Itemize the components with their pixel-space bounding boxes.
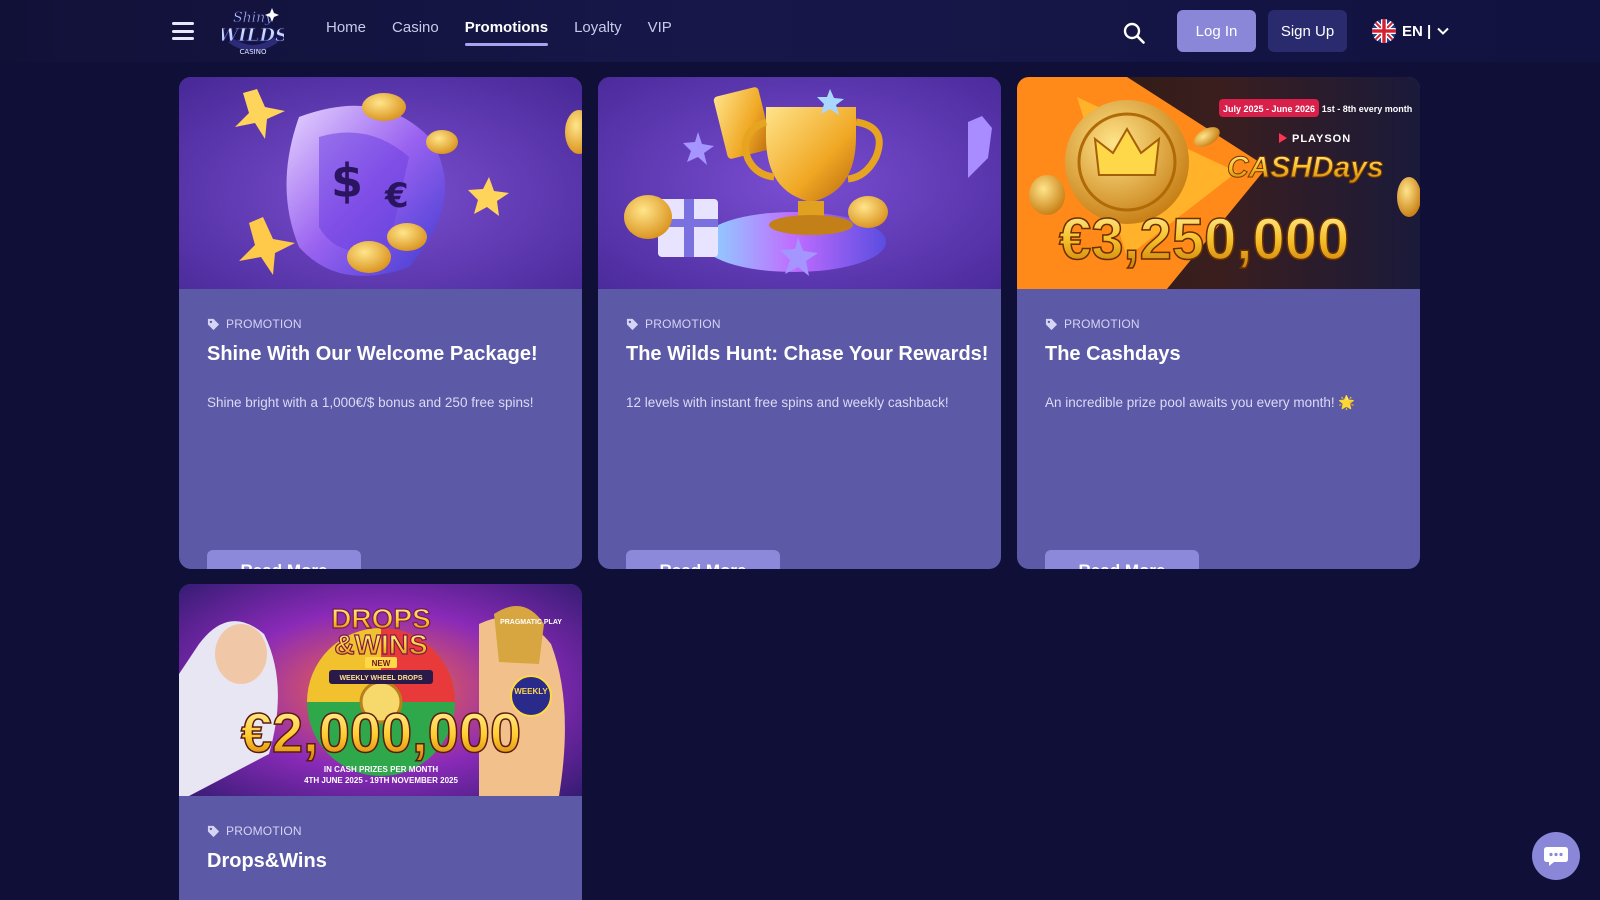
nav-home[interactable]: Home [326, 19, 366, 46]
search-icon[interactable] [1123, 22, 1145, 44]
svg-text:€2,000,000: €2,000,000 [241, 701, 521, 764]
chevron-down-icon [1437, 27, 1449, 35]
nav-casino[interactable]: Casino [392, 19, 439, 46]
casino-logo[interactable]: Shiny WILDS CASINO [218, 4, 288, 58]
svg-text:WEEKLY WHEEL DROPS: WEEKLY WHEEL DROPS [339, 675, 422, 682]
promo-banner-wilds-hunt[interactable] [598, 77, 1001, 289]
promo-tag-label: PROMOTION [226, 824, 302, 838]
promo-card-welcome: $ € PROMOTION Shine With Our Welcome Pac… [179, 77, 582, 569]
svg-text:CASINO: CASINO [240, 48, 267, 56]
read-more-button[interactable]: Read More [207, 550, 361, 569]
svg-text:Shiny: Shiny [233, 10, 274, 26]
promo-card-wilds-hunt: PROMOTION The Wilds Hunt: Chase Your Rew… [598, 77, 1001, 569]
chat-button[interactable] [1532, 832, 1580, 880]
promo-title: Shine With Our Welcome Package! [207, 343, 538, 365]
promo-tag-label: PROMOTION [1064, 317, 1140, 331]
tag-icon [207, 318, 220, 330]
language-selector[interactable]: EN | [1372, 18, 1449, 44]
svg-text:CASHDays: CASHDays [1227, 151, 1384, 184]
promo-description: 12 levels with instant free spins and we… [626, 395, 949, 410]
svg-text:1st - 8th every month: 1st - 8th every month [1322, 104, 1413, 114]
chat-bubble-icon [1544, 847, 1568, 866]
login-button[interactable]: Log In [1177, 10, 1256, 52]
logo-graphic: Shiny WILDS CASINO [218, 8, 288, 56]
promo-title: The Cashdays [1045, 343, 1181, 365]
svg-text:July 2025 - June 2026: July 2025 - June 2026 [1223, 104, 1315, 114]
svg-text:WILDS: WILDS [222, 25, 284, 46]
top-navigation-bar: Shiny WILDS CASINO Home Casino Promotion… [0, 0, 1600, 62]
uk-flag-icon [1372, 19, 1396, 43]
promo-banner-drops-wins[interactable]: DROPS &WINS NEW WEEKLY WHEEL DROPS PRAGM… [179, 584, 582, 796]
promo-card-drops-wins: DROPS &WINS NEW WEEKLY WHEEL DROPS PRAGM… [179, 584, 582, 900]
svg-text:WEEKLY: WEEKLY [514, 687, 548, 696]
tag-icon [207, 825, 220, 837]
svg-text:&WINS: &WINS [334, 629, 427, 660]
svg-text:€: € [384, 176, 409, 216]
tag-icon [1045, 318, 1058, 330]
nav-promotions[interactable]: Promotions [464, 19, 549, 46]
tag-icon [626, 318, 639, 330]
promo-tag-label: PROMOTION [645, 317, 721, 331]
promo-card-cashdays: July 2025 - June 2026 1st - 8th every mo… [1017, 77, 1420, 569]
promo-banner-welcome[interactable]: $ € [179, 77, 582, 289]
svg-text:€3,250,000: €3,250,000 [1059, 207, 1349, 272]
svg-text:PLAYSON: PLAYSON [1292, 133, 1351, 145]
promo-tag: PROMOTION [207, 824, 302, 838]
language-label: EN | [1402, 22, 1432, 40]
promo-tag: PROMOTION [207, 317, 302, 331]
nav-loyalty[interactable]: Loyalty [574, 19, 622, 46]
signup-button[interactable]: Sign Up [1268, 10, 1347, 52]
promo-tag-label: PROMOTION [226, 317, 302, 331]
promo-banner-cashdays[interactable]: July 2025 - June 2026 1st - 8th every mo… [1017, 77, 1420, 289]
promo-title: Drops&Wins [207, 850, 327, 872]
promo-tag: PROMOTION [626, 317, 721, 331]
promo-description: An incredible prize pool awaits you ever… [1045, 395, 1356, 410]
read-more-button[interactable]: Read More [626, 550, 780, 569]
promo-tag: PROMOTION [1045, 317, 1140, 331]
svg-text:4TH JUNE 2025 - 19TH NOVEMBER: 4TH JUNE 2025 - 19TH NOVEMBER 2025 [304, 776, 458, 785]
svg-text:$: $ [331, 154, 363, 208]
read-more-button[interactable]: Read More [1045, 550, 1199, 569]
svg-text:NEW: NEW [372, 659, 391, 668]
svg-text:IN CASH PRIZES PER MONTH: IN CASH PRIZES PER MONTH [324, 765, 438, 774]
svg-text:PRAGMATIC PLAY: PRAGMATIC PLAY [500, 619, 562, 626]
promo-description: Shine bright with a 1,000€/$ bonus and 2… [207, 395, 534, 410]
main-nav: Home Casino Promotions Loyalty VIP [326, 19, 672, 46]
menu-icon[interactable] [172, 22, 194, 40]
promo-title: The Wilds Hunt: Chase Your Rewards! [626, 343, 989, 365]
nav-vip[interactable]: VIP [648, 19, 672, 46]
